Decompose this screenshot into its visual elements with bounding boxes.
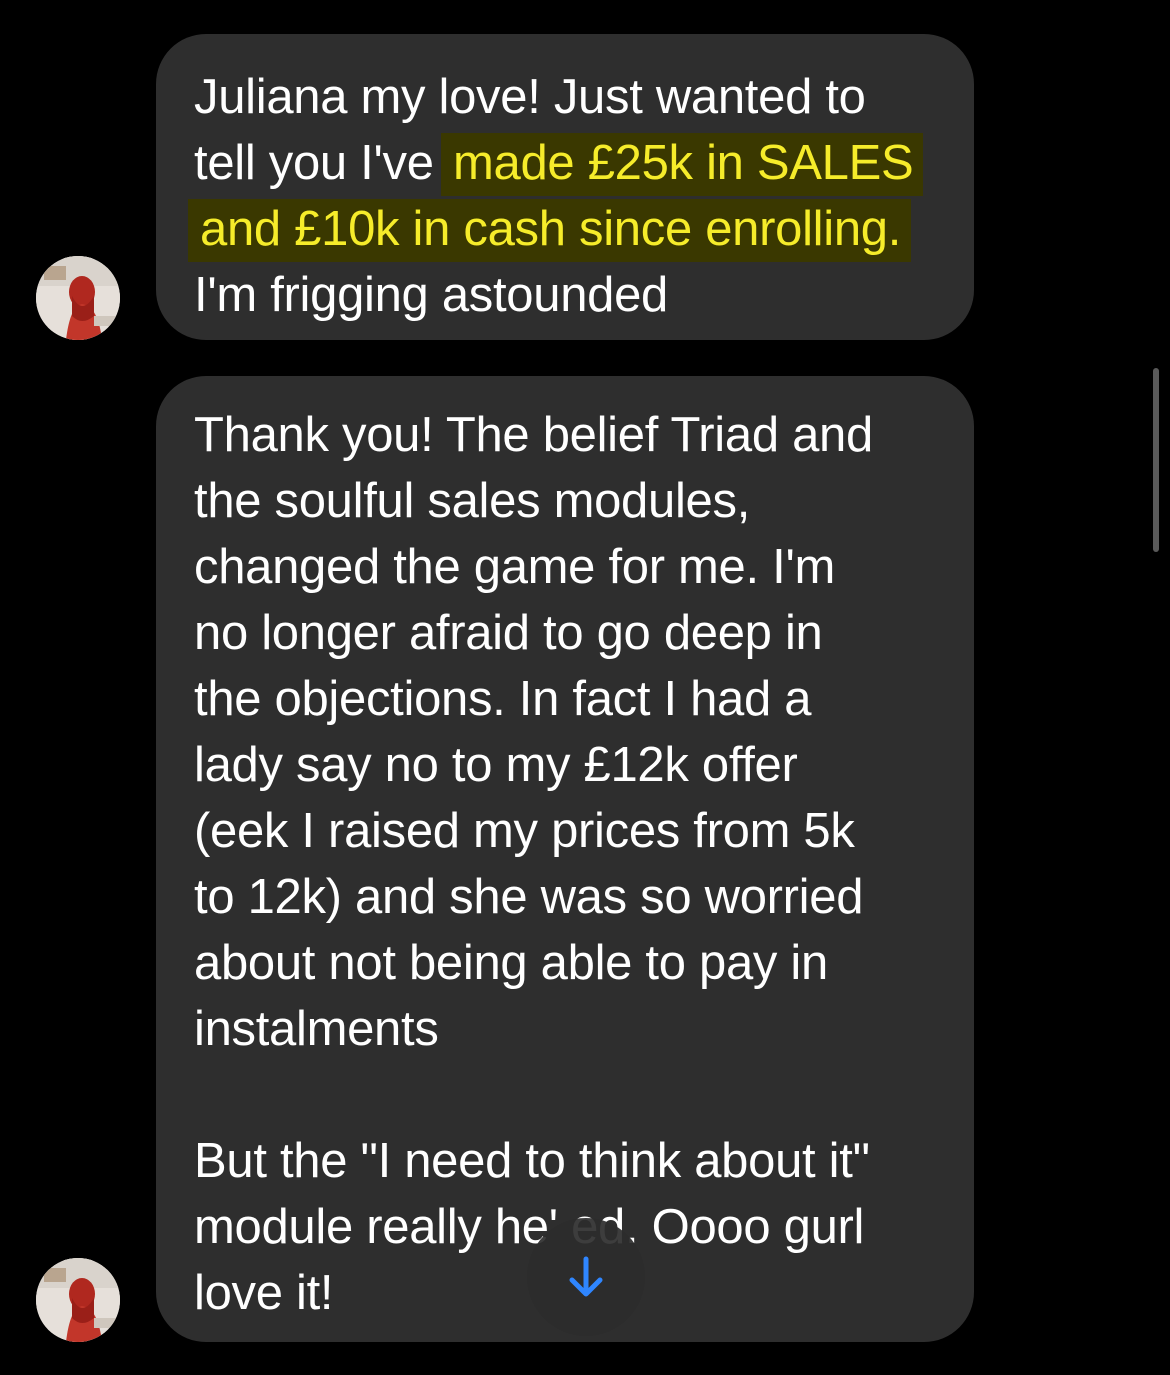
message-line: tell you I've made £25k in SALES — [194, 130, 944, 196]
message-line: Juliana my love! Just wanted to — [194, 70, 866, 124]
avatar[interactable] — [36, 1258, 120, 1342]
message-text: tell you I've — [194, 136, 448, 190]
message-line: the objections. In fact I had a — [194, 672, 812, 726]
arrow-down-icon — [569, 1256, 603, 1297]
message-line: no longer afraid to go deep in — [194, 606, 823, 660]
highlighted-text: and £10k in cash since enrolling. — [188, 199, 912, 262]
message-bubble-2[interactable]: Thank you! The belief Triad and the soul… — [156, 376, 974, 1342]
message-line: and £10k in cash since enrolling. — [188, 196, 944, 262]
avatar-photo — [36, 1258, 120, 1342]
message-line: But the "I need to think about it" — [194, 1134, 870, 1188]
message-line: (eek I raised my prices from 5k — [194, 804, 855, 858]
highlighted-text: made £25k in SALES — [441, 133, 924, 196]
message-line: I'm frigging astounded — [194, 268, 668, 322]
message-line: to 12k) and she was so worried — [194, 870, 864, 924]
message-line-blank — [194, 1062, 944, 1128]
message-line: about not being able to pay in — [194, 936, 828, 990]
message-line: changed the game for me. I'm — [194, 540, 836, 594]
scrollbar[interactable] — [1153, 368, 1159, 552]
scroll-to-bottom-button[interactable] — [527, 1218, 645, 1336]
message-line: lady say no to my £12k offer — [194, 738, 798, 792]
message-line: the soulful sales modules, — [194, 474, 751, 528]
message-line: instalments — [194, 1002, 439, 1056]
message-bubble-1[interactable]: Juliana my love! Just wanted to tell you… — [156, 34, 974, 340]
avatar-photo — [36, 256, 120, 340]
message-line: Thank you! The belief Triad and — [194, 408, 873, 462]
avatar[interactable] — [36, 256, 120, 340]
